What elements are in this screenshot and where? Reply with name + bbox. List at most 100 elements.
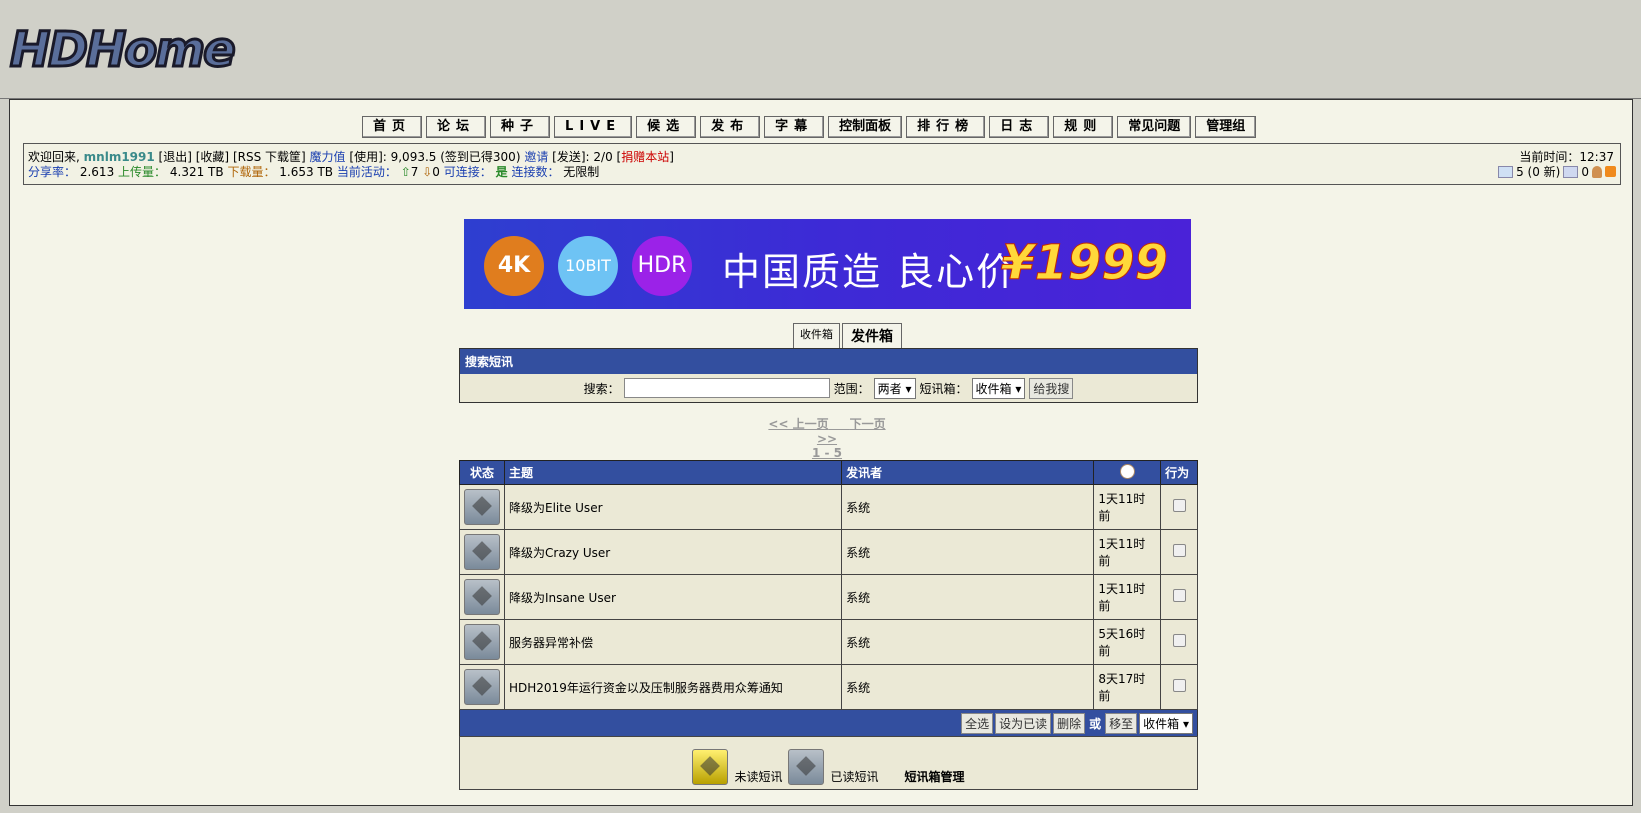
invite-link[interactable]: 邀请 (524, 150, 548, 164)
legend-unread: 未读短讯 (734, 770, 783, 784)
friends-icon[interactable] (1563, 165, 1579, 178)
banner-slogan: 中国质造 良心价 (722, 250, 1017, 294)
welcome-text: 欢迎回来, (28, 150, 80, 164)
read-message-icon (464, 534, 500, 570)
rss-link[interactable]: [RSS 下载筐] (233, 150, 306, 164)
message-time: 1天11时前 (1093, 574, 1162, 620)
message-sender: 系统 (841, 664, 1095, 710)
message-checkbox[interactable] (1172, 589, 1186, 602)
search-title: 搜索短讯 (460, 349, 1197, 374)
nav-faq[interactable]: 常见问题 (1117, 116, 1192, 138)
table-row[interactable]: 降级为Crazy User 系统 1天11时前 (459, 529, 1198, 575)
seeding-count[interactable]: 7 (411, 165, 419, 179)
mailbox-tabs: 收件箱 发件箱 (793, 323, 902, 348)
nav-offers[interactable]: 候选 (636, 116, 697, 138)
ratio-label: 分享率： (28, 165, 77, 179)
inbox-icon[interactable] (1498, 165, 1514, 178)
tab-inbox[interactable]: 收件箱 (793, 323, 840, 348)
message-sender: 系统 (841, 574, 1095, 620)
legend-read: 已读短讯 (830, 770, 879, 784)
page-range[interactable]: 1 - 5 (812, 446, 842, 460)
mailbox-manage-link[interactable]: 短讯箱管理 (905, 768, 965, 785)
message-time: 1天11时前 (1093, 529, 1162, 575)
nav-home[interactable]: 首页 (362, 116, 423, 138)
banner-price: ¥1999 (1001, 235, 1169, 292)
bonus-text: [使用]: 9,093.5 (签到已得300) (349, 150, 521, 164)
message-subject[interactable]: HDH2019年运行资金以及压制服务器费用众筹通知 (503, 664, 843, 710)
box-select[interactable]: 收件箱 ▾ (971, 377, 1026, 399)
site-logo[interactable]: HDHome (9, 21, 238, 80)
bookmarks-link[interactable]: [收藏] (196, 150, 229, 164)
table-row[interactable]: 降级为Insane User 系统 1天11时前 (459, 574, 1198, 620)
message-checkbox[interactable] (1172, 679, 1186, 692)
banner-4k-badge: 4K (484, 236, 544, 296)
messages-link[interactable]: 5 (0 新) (1516, 163, 1560, 180)
nav-live[interactable]: LIVE (554, 116, 633, 138)
logout-link[interactable]: [退出] (159, 150, 192, 164)
message-subject[interactable]: 服务器异常补偿 (503, 619, 843, 665)
scope-label: 范围： (833, 381, 870, 396)
message-subject[interactable]: 降级为Elite User (503, 484, 843, 530)
leeching-count[interactable]: 0 (432, 165, 440, 179)
tab-outbox[interactable]: 发件箱 (842, 323, 902, 348)
rss-icon[interactable] (1605, 166, 1616, 177)
bulk-actions-bar: 全选 设为已读 删除 或 移至 收件箱 ▾ (460, 710, 1197, 736)
message-subject[interactable]: 降级为Insane User (503, 574, 843, 620)
table-row[interactable]: 降级为Elite User 系统 1天11时前 (459, 484, 1198, 530)
prev-page-link[interactable]: << 上一页 (768, 417, 828, 431)
unread-message-icon (692, 749, 729, 785)
or-label: 或 (1089, 716, 1102, 731)
message-checkbox[interactable] (1172, 634, 1186, 647)
table-row[interactable]: HDH2019年运行资金以及压制服务器费用众筹通知 系统 8天17时前 (459, 664, 1198, 710)
search-row: 搜索： 范围： 两者 ▾ 短讯箱： 收件箱 ▾ 给我搜 (460, 374, 1197, 402)
ad-banner[interactable]: 4K 10BIT HDR 中国质造 良心价 ¥1999 (464, 219, 1191, 309)
upload-value: 4.321 TB (169, 165, 224, 179)
nav-log[interactable]: 日志 (989, 116, 1050, 138)
donate-link[interactable]: 捐赠本站 (621, 150, 669, 164)
nav-control-panel[interactable]: 控制面板 (828, 116, 903, 138)
table-header-row: 状态 主题 发讯者 行为 (459, 460, 1198, 485)
col-time[interactable] (1093, 460, 1162, 485)
message-sender: 系统 (841, 619, 1095, 665)
clock-icon (1119, 463, 1135, 479)
mark-read-button[interactable]: 设为已读 (995, 712, 1052, 734)
move-target-select[interactable]: 收件箱 ▾ (1139, 712, 1193, 734)
nav-staff[interactable]: 管理组 (1195, 116, 1257, 138)
read-message-icon (464, 669, 500, 705)
upload-label: 上传量： (118, 165, 167, 179)
leeching-arrow-icon: ⇩ (422, 165, 433, 179)
bonus-link[interactable]: 魔力值 (310, 150, 346, 164)
message-checkbox[interactable] (1172, 544, 1186, 557)
ratio-value: 2.613 (79, 165, 115, 179)
nav-rules[interactable]: 规则 (1053, 116, 1114, 138)
friends-count: 0 (1581, 164, 1589, 179)
message-sender: 系统 (841, 484, 1095, 530)
col-sender[interactable]: 发讯者 (841, 460, 1095, 485)
username-link[interactable]: mnlm1991 (84, 150, 155, 164)
nav-forum[interactable]: 论坛 (426, 116, 487, 138)
nav-subtitles[interactable]: 字幕 (764, 116, 825, 138)
nav-upload[interactable]: 发布 (700, 116, 761, 138)
scope-select[interactable]: 两者 ▾ (873, 377, 916, 399)
table-row[interactable]: 服务器异常补偿 系统 5天16时前 (459, 619, 1198, 665)
user-icon[interactable] (1592, 165, 1602, 178)
delete-button[interactable]: 删除 (1053, 712, 1086, 734)
read-message-icon (788, 749, 825, 785)
search-submit-button[interactable]: 给我搜 (1029, 377, 1074, 399)
message-checkbox[interactable] (1172, 499, 1186, 512)
message-subject[interactable]: 降级为Crazy User (503, 529, 843, 575)
nav-top10[interactable]: 排行榜 (906, 116, 986, 138)
download-value: 1.653 TB (279, 165, 334, 179)
read-message-icon (464, 579, 500, 615)
message-table: 状态 主题 发讯者 行为 降级为Elite User 系统 1天11时前 降级为… (459, 460, 1198, 790)
nav-torrents[interactable]: 种子 (490, 116, 551, 138)
col-status: 状态 (459, 460, 505, 485)
col-subject[interactable]: 主题 (503, 460, 843, 485)
active-label: 当前活动： (336, 165, 397, 179)
move-button[interactable]: 移至 (1105, 712, 1138, 734)
select-all-button[interactable]: 全选 (961, 712, 994, 734)
user-info-bar: 欢迎回来, mnlm1991 [退出] [收藏] [RSS 下载筐] 魔力值 [… (23, 143, 1621, 185)
message-time: 1天11时前 (1093, 484, 1162, 530)
user-line-2: 分享率： 2.613 上传量： 4.321 TB 下载量： 1.653 TB 当… (28, 163, 599, 180)
search-input[interactable] (623, 378, 830, 398)
